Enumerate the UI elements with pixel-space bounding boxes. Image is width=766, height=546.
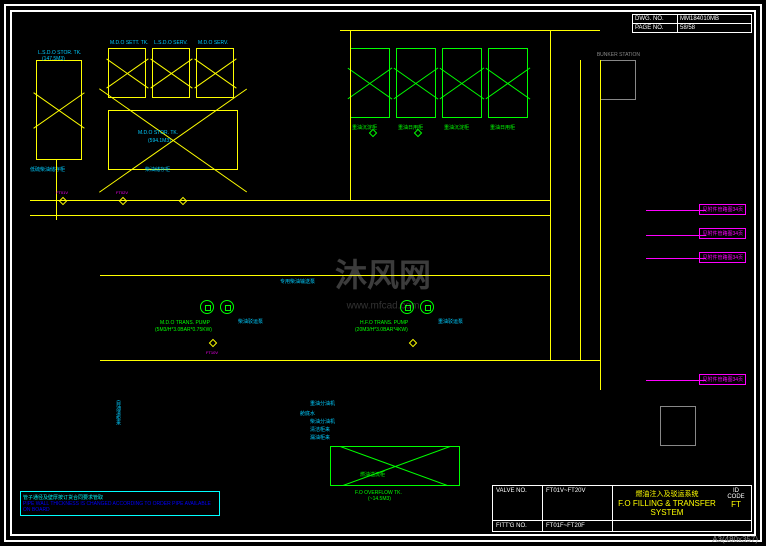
pipe-note-cn: 管子通径及壁厚按订货合同要求管取	[23, 494, 217, 501]
mdo-serv-tank	[196, 48, 234, 98]
hfo-purif-ref: 重油分油机	[310, 400, 335, 407]
hfo-sett-tank-2	[442, 48, 482, 118]
ft01v-label: FT01V	[56, 190, 68, 195]
pipe-note: 管子通径及壁厚按订货合同要求管取 PIPE WALL THICKNESS IS …	[20, 491, 220, 516]
pipe-ref-4	[646, 380, 706, 381]
mdo-stor-label: M.D.O STOR. TK.	[138, 130, 178, 136]
watermark-url: www.mfcad.com	[347, 300, 420, 311]
mdo-stor-cn: 柴油储存柜	[145, 166, 170, 173]
bilge-ref: 舱底水	[300, 410, 315, 417]
bunker-station	[600, 60, 636, 100]
title-block: DWG. NO. MM184010MB PAGE NO. 58/58	[632, 14, 752, 33]
hfo-pump-cn: 重油驳运泵	[438, 318, 463, 325]
mdo-stor-cap: (594.1M3)	[148, 138, 171, 144]
ref-note-1: 见附件管路图34页	[699, 204, 746, 215]
pipe-ref-3	[646, 258, 706, 259]
mdo-sett-tank	[108, 48, 146, 98]
pipe-v4	[580, 60, 581, 360]
bunker-label: BUNKER STATION	[597, 52, 640, 58]
id-code-label: ID CODE	[724, 488, 748, 500]
overflow-tank	[330, 446, 460, 486]
hfo-pump-label: H.F.O TRANS. PUMP	[360, 320, 408, 326]
pipe-main-4	[100, 360, 600, 361]
pipe-main-3	[100, 275, 550, 276]
hfo-transfer-pump-2	[420, 300, 434, 314]
fitting-no-label: FITT'G NO.	[493, 521, 543, 531]
sheet-dimensions: A3(480x357)	[712, 535, 758, 544]
system-title-cn: 燃油注入及驳运系统	[618, 489, 716, 499]
mdo-transfer-pump	[200, 300, 214, 314]
mdo-storage-tank	[108, 110, 238, 170]
pipe-main-2	[30, 215, 550, 216]
fitting-no-value: FT01F~FT20F	[543, 521, 613, 531]
lsdo-cap-label: (147.5M3)	[42, 56, 65, 62]
bottom-title-block: VALVE NO. FT01V~FT20V 燃油注入及驳运系统 F.O FILL…	[492, 485, 752, 532]
valve-no-label: VALVE NO.	[493, 486, 543, 520]
dwg-no-label: DWG. NO.	[633, 15, 678, 23]
system-title-en: F.O FILLING & TRANSFER SYSTEM	[618, 499, 716, 517]
mdo-serv-label: M.D.O SERV.	[198, 40, 228, 46]
pipe-note-en: PIPE WALL THICKNESS IS CHANGED ACCORDING…	[23, 501, 217, 513]
aux-pump-cn: 专用柴油输送泵	[280, 278, 315, 285]
ft10v-label: FT10V	[206, 350, 218, 355]
ref-note-3: 见附件管路图34页	[699, 252, 746, 263]
hfo-serv-tank-2	[488, 48, 528, 118]
page-no-value: 58/58	[678, 24, 751, 32]
mdo-pump-label: M.D.O TRANS. PUMP	[160, 320, 210, 326]
system-title: 燃油注入及驳运系统 F.O FILLING & TRANSFER SYSTEM	[613, 486, 721, 520]
hfo-sett-cn-2: 重油沉淀柜	[444, 124, 469, 131]
hfo-sett-tank-1	[350, 48, 390, 118]
pipe-ref-1	[646, 210, 706, 211]
hfo-serv-tank-1	[396, 48, 436, 118]
do-purif-ref: 柴油分油机	[310, 418, 335, 425]
pipe-v2	[350, 30, 351, 200]
pipe-v5	[600, 60, 601, 390]
leak-ref: 漏油柜来	[310, 434, 330, 441]
ref-note-2: 见附件管路图34页	[699, 228, 746, 239]
dwg-no-value: MM184010MB	[678, 15, 751, 23]
mdo-pump-spec: (5M3/H*3.0BAR*0.75KW)	[155, 327, 212, 333]
id-code-value: FT	[724, 500, 748, 509]
mdo-pump-cn: 柴油驳运泵	[238, 318, 263, 325]
pipe-top-1	[340, 30, 600, 31]
ref-note-4: 见附件管路图34页	[699, 374, 746, 385]
overflow-cap: (~14.5M3)	[368, 496, 391, 502]
pipe-v3	[550, 30, 551, 360]
hfo-pump-spec: (20M3/H*3.0BAR*4KW)	[355, 327, 408, 333]
page-no-label: PAGE NO.	[633, 24, 678, 32]
lsdo-serv-label: L.S.D.O SERV.	[154, 40, 188, 46]
sludge-ref: 自油渣柜来	[115, 400, 122, 425]
valve-no-value: FT01V~FT20V	[543, 486, 613, 520]
ft02v-label: FT02V	[116, 190, 128, 195]
clean-ref: 清洁柜来	[310, 426, 330, 433]
lsdo-storage-tank	[36, 60, 82, 160]
pipe-main-1	[30, 200, 550, 201]
mdo-transfer-pump-2	[220, 300, 234, 314]
pipe-ref-2	[646, 235, 706, 236]
overflow-cn: 燃油溢流柜	[360, 471, 385, 478]
lsdo-cn-label: 低硫柴油储存柜	[30, 166, 65, 173]
lsdo-serv-tank	[152, 48, 190, 98]
bunker-station-2	[660, 406, 696, 446]
hfo-serv-cn-2: 重油日用柜	[490, 124, 515, 131]
mdo-sett-label: M.D.O SETT. TK.	[110, 40, 149, 46]
